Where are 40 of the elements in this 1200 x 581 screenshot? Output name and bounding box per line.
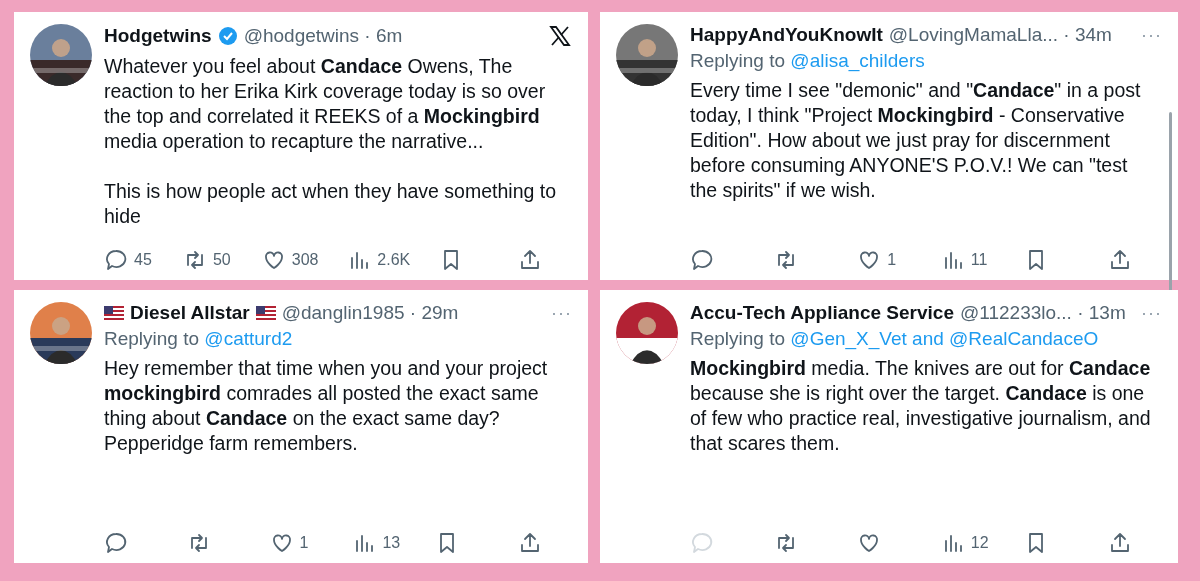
- post-text: Every time I see "demonic" and "Candace" in a post today, I think "Project Mockingbird - Conservative Edition". How about we just pray for discernment before consuming ANYONE'S P.O.V.! We can "test the spirits" if we wish.: [690, 78, 1142, 203]
- mention-link[interactable]: @catturd2: [204, 328, 293, 349]
- share-icon[interactable]: [518, 248, 542, 272]
- action-count: 45: [134, 251, 152, 269]
- flag-icon: [104, 306, 124, 320]
- mention-link[interactable]: @Gen_X_Vet and @RealCandaceO: [790, 328, 1099, 349]
- replying-to-text: Replying to @alisa_childers: [690, 50, 926, 72]
- handle-and-time: @hodgetwins · 6m: [243, 25, 403, 47]
- display-name: Hodgetwins: [104, 25, 212, 47]
- post-text: Whatever you feel about Candace Owens, The reaction to her Erika Kirk coverage today is so over the top and correlated it REEKS of a Mockingbird media operation to recapture the narrative...: [104, 54, 547, 154]
- mention-link[interactable]: @alisa_childers: [790, 50, 925, 71]
- action-count: 50: [212, 251, 231, 269]
- reply-icon[interactable]: [104, 248, 128, 272]
- flag-icon: [255, 306, 276, 320]
- handle-and-time: @112233lo... · 13m: [960, 302, 1126, 324]
- display-name: Accu-Tech Appliance Service: [690, 302, 954, 324]
- share-icon[interactable]: [518, 531, 542, 555]
- reply-icon[interactable]: [104, 531, 128, 555]
- post-text: Hey remember that time when you and your project mockingbird comrades all posted the exact same thing about Candace on the exact same day? Pepperidge farm remembers.: [104, 356, 549, 456]
- more-options-button[interactable]: ···: [1141, 24, 1162, 46]
- action-count: 12: [970, 534, 989, 552]
- handle-and-time: @danglin1985 · 29m: [281, 302, 459, 324]
- action-count: 11: [970, 251, 988, 269]
- action-count: 13: [382, 534, 401, 552]
- replying-to-text: Replying to @catturd2: [104, 328, 294, 350]
- action-count: 1: [887, 251, 897, 269]
- replying-to-text: Replying to @Gen_X_Vet and @RealCandaceO: [690, 328, 1100, 350]
- x-logo-icon: [548, 24, 572, 48]
- post-text: Mockingbird media. The knives are out for Candace because she is right over the target. Candace is one of few who practice real, investigative journalism, and that scares them.: [690, 356, 1152, 456]
- action-count: 2.6K: [377, 251, 411, 269]
- display-name: HappyAndYouKnowIt: [690, 24, 883, 46]
- post-text: This is how people act when they have something to hide: [104, 179, 557, 229]
- display-name: Diesel Allstar: [130, 302, 250, 324]
- reply-icon[interactable]: [690, 248, 714, 272]
- handle-and-time: @LovingMamaLla... · 34m: [888, 24, 1112, 46]
- more-options-button[interactable]: ···: [551, 302, 572, 324]
- verified-badge-icon: [217, 26, 238, 46]
- action-count: 308: [291, 251, 319, 269]
- more-options-button[interactable]: ···: [1141, 302, 1162, 324]
- action-count: 1: [299, 534, 309, 552]
